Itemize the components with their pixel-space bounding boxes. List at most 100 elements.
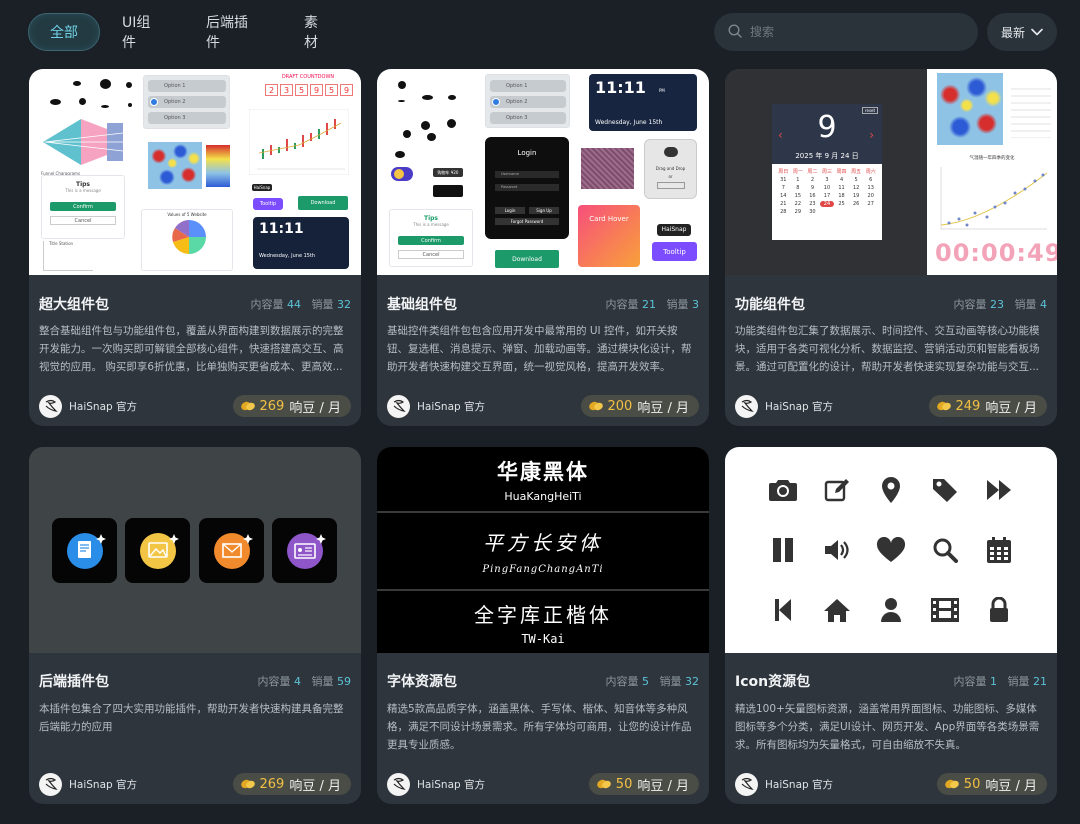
calendar-day[interactable]: 16: [805, 193, 820, 199]
author-name: HaiSnap 官方: [417, 400, 486, 413]
calendar-day[interactable]: 2: [805, 177, 820, 183]
coin-icon: [945, 779, 959, 789]
content-count: 23: [990, 298, 1004, 311]
price-badge[interactable]: 249 响豆 / 月: [928, 395, 1047, 417]
calendar-day[interactable]: 25: [834, 201, 849, 207]
chevron-down-icon: [1031, 25, 1043, 39]
calendar-day[interactable]: 9: [805, 185, 820, 191]
author[interactable]: HaiSnap 官方: [387, 772, 485, 796]
tab-backend-plugins[interactable]: 后端插件: [206, 13, 260, 51]
calendar-day[interactable]: 6: [863, 177, 878, 183]
card-title: 功能组件包: [735, 297, 805, 313]
author-name: HaiSnap 官方: [69, 400, 138, 413]
price-unit: 响豆 / 月: [289, 400, 341, 416]
search-box[interactable]: [714, 13, 978, 51]
sort-dropdown[interactable]: 最新: [987, 13, 1057, 51]
product-card-font-pack[interactable]: 华康黑体 HuaKangHeiTi 平方长安体 PingFangChangAnT…: [377, 447, 709, 804]
calendar-day[interactable]: 12: [849, 185, 864, 191]
author[interactable]: HaiSnap 官方: [39, 772, 137, 796]
calendar-day[interactable]: 28: [776, 209, 791, 215]
calendar-day[interactable]: 18: [834, 193, 849, 199]
card-stats: 内容量 4 销量 59: [257, 675, 352, 688]
calendar-day[interactable]: 15: [791, 193, 806, 199]
camera-icon: [765, 472, 801, 508]
calendar-day[interactable]: 8: [791, 185, 806, 191]
product-card-function-pack[interactable]: reset 9 ‹ › 2025 年 9 月 24 日 周日 周一 周二 周三 周四 周五…: [725, 69, 1057, 426]
calendar-day[interactable]: 21: [776, 201, 791, 207]
price-badge[interactable]: 50 响豆 / 月: [588, 773, 699, 795]
calendar-day[interactable]: 23: [805, 201, 820, 207]
calendar-day[interactable]: 26: [849, 201, 864, 207]
calendar-weekday: 周四: [836, 169, 847, 175]
card-description: 基础控件类组件包包含应用开发中最常用的 UI 控件，如开关按钮、复选框、消息提示…: [387, 325, 692, 373]
home-icon: [819, 592, 855, 628]
price-badge[interactable]: 200 响豆 / 月: [580, 395, 699, 417]
calendar-day[interactable]: 27: [863, 201, 878, 207]
product-card-basic-pack[interactable]: Option 1 Option 2 Option 3 11:11 PM Wedn…: [377, 69, 709, 426]
price-amount: 269: [259, 398, 285, 414]
sales-count: 59: [337, 675, 351, 688]
card-description: 精选5款高品质字体，涵盖黑体、手写体、楷体、知音体等多种风格，满足不同设计场景需…: [387, 703, 692, 751]
author[interactable]: HaiSnap 官方: [39, 394, 138, 418]
card-stats: 内容量 44 销量 32: [250, 298, 352, 311]
calendar-day[interactable]: 29: [791, 209, 806, 215]
author[interactable]: HaiSnap 官方: [735, 772, 834, 796]
product-card-backend-pack[interactable]: 后端插件包 内容量 4 销量 59 本插件包集合了四大实用功能插件，帮助开发者快…: [29, 447, 361, 804]
calendar-day[interactable]: 24: [819, 201, 835, 207]
calendar-day[interactable]: [863, 209, 878, 215]
author[interactable]: HaiSnap 官方: [735, 394, 833, 418]
calendar-day[interactable]: 10: [820, 185, 835, 191]
calendar-day[interactable]: 11: [834, 185, 849, 191]
top-bar: 全部 UI组件 后端插件 素材 最新: [28, 13, 1057, 51]
calendar-day[interactable]: 5: [849, 177, 864, 183]
calendar-weekday: 周日: [778, 169, 789, 175]
price-badge[interactable]: 269 响豆 / 月: [232, 773, 351, 795]
coin-icon: [597, 779, 611, 789]
font-sample: 平方长安体 PingFangChangAnTi: [377, 513, 709, 589]
sort-label: 最新: [1000, 25, 1025, 40]
calendar-day[interactable]: 4: [834, 177, 849, 183]
calendar-day[interactable]: 17: [820, 193, 835, 199]
tab-ui-components[interactable]: UI组件: [122, 13, 162, 51]
calendar-day[interactable]: [820, 209, 835, 215]
search-input[interactable]: [750, 25, 950, 39]
product-card-icon-pack[interactable]: Icon资源包 内容量 1 销量 21 精选100+矢量图标资源，涵盖常用界面图…: [725, 447, 1057, 804]
calendar-day[interactable]: 20: [863, 193, 878, 199]
price-badge[interactable]: 269 响豆 / 月: [232, 395, 351, 417]
pause-icon: [765, 532, 801, 568]
tag-icon: [927, 472, 963, 508]
calendar-day[interactable]: 7: [776, 185, 791, 191]
calendar-day[interactable]: [849, 209, 864, 215]
price-amount: 249: [955, 398, 981, 414]
avatar: [735, 772, 758, 796]
calendar-day[interactable]: 30: [805, 209, 820, 215]
calendar-weekday: 周六: [865, 169, 876, 175]
calendar-weekday: 周五: [851, 169, 862, 175]
author-name: HaiSnap 官方: [765, 778, 834, 791]
price-amount: 200: [607, 398, 633, 414]
card-stats: 内容量 1 销量 21: [953, 675, 1048, 688]
author[interactable]: HaiSnap 官方: [387, 394, 486, 418]
calendar-day[interactable]: 1: [791, 177, 806, 183]
calendar-day[interactable]: 22: [791, 201, 806, 207]
id-card-icon: [272, 518, 337, 583]
price-unit: 响豆 / 月: [637, 778, 689, 794]
price-amount: 269: [259, 776, 285, 792]
card-stats: 内容量 21 销量 3: [605, 298, 700, 311]
calendar-day[interactable]: 13: [863, 185, 878, 191]
calendar-day[interactable]: [834, 209, 849, 215]
film-icon: [927, 592, 963, 628]
calendar-day[interactable]: 14: [776, 193, 791, 199]
card-thumbnail: Option 1 Option 2 Option 3 11:11 PM Wedn…: [377, 69, 709, 275]
product-card-mega-pack[interactable]: Option 1 Option 2 Option 3 DRAFT COUNTDO…: [29, 69, 361, 426]
card-title: Icon资源包: [735, 674, 811, 690]
calendar-weekday: 周三: [821, 169, 832, 175]
calendar-day[interactable]: 19: [849, 193, 864, 199]
price-badge[interactable]: 50 响豆 / 月: [936, 773, 1047, 795]
document-icon: [52, 518, 117, 583]
tab-all[interactable]: 全部: [28, 13, 100, 51]
calendar-day[interactable]: 3: [820, 177, 835, 183]
card-title: 后端插件包: [39, 674, 109, 690]
tab-materials[interactable]: 素材: [304, 13, 330, 51]
calendar-day[interactable]: 31: [776, 177, 791, 183]
